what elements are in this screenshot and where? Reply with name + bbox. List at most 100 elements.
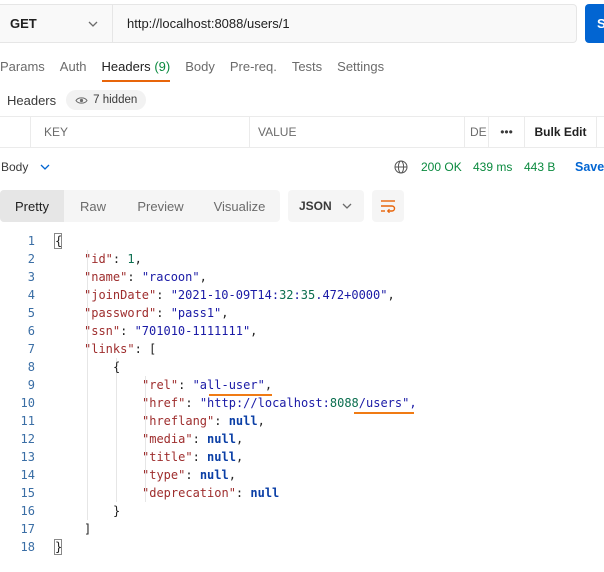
code-line: 2 "id": 1,: [0, 250, 604, 268]
code-text: "ssn": "701010-1111111",: [84, 324, 258, 338]
tab-label: Headers: [101, 59, 151, 74]
request-bar: GET http://localhost:8088/users/1: [0, 4, 577, 43]
tab-label: Body: [185, 59, 215, 74]
response-view-tabs: Pretty Raw Preview Visualize: [0, 190, 280, 222]
response-body-code[interactable]: 1{ 2 "id": 1, 3 "name": "racoon", 4 "joinDa…: [0, 232, 604, 556]
tab-tests[interactable]: Tests: [292, 58, 322, 82]
tab-params[interactable]: Params: [0, 58, 45, 82]
column-value: VALUE: [249, 117, 464, 147]
hidden-headers-toggle[interactable]: 7 hidden: [66, 90, 147, 110]
code-text: "rel": "all-user",: [142, 378, 273, 392]
code-text: "title": null,: [142, 450, 244, 464]
chevron-down-icon[interactable]: [38, 160, 52, 174]
line-number: 15: [20, 486, 35, 500]
code-line: 14 "type": null,: [0, 466, 604, 484]
headers-table-header: KEY VALUE DE ••• Bulk Edit: [0, 116, 604, 148]
code-line: 10 "href": "http://localhost:8088/users",: [0, 394, 604, 412]
code-text: {: [55, 234, 63, 248]
globe-icon[interactable]: [394, 160, 408, 174]
wrap-lines-icon: [381, 200, 396, 213]
code-text: "joinDate": "2021-10-09T14:32:35.472+000…: [84, 288, 395, 302]
code-text: "hreflang": null,: [142, 414, 265, 428]
code-text: "id": 1,: [84, 252, 142, 266]
headers-title: Headers: [7, 92, 57, 108]
more-options-button[interactable]: •••: [488, 117, 524, 147]
tab-body[interactable]: Body: [185, 58, 215, 82]
tab-label: Auth: [59, 59, 87, 74]
code-text: "name": "racoon",: [84, 270, 207, 284]
line-number: 13: [20, 450, 35, 464]
code-line: 7 "links": [: [0, 340, 604, 358]
response-size[interactable]: 443 B: [524, 160, 555, 174]
format-select[interactable]: JSON: [288, 190, 364, 222]
wrap-lines-button[interactable]: [372, 190, 404, 222]
code-line: 17]: [0, 520, 604, 538]
code-text: "type": null,: [142, 468, 236, 482]
headers-count: (9): [154, 59, 171, 74]
code-text: {: [113, 360, 121, 374]
code-line: 4 "joinDate": "2021-10-09T14:32:35.472+00…: [0, 286, 604, 304]
tab-visualize[interactable]: Visualize: [199, 190, 280, 222]
response-time[interactable]: 439 ms: [473, 160, 512, 174]
tab-label: Params: [0, 59, 45, 74]
line-number: 14: [20, 468, 35, 482]
line-number: 7: [27, 342, 35, 356]
url-input[interactable]: http://localhost:8088/users/1: [113, 5, 576, 42]
response-bar: Body 200 OK 439 ms 443 B Save: [0, 156, 604, 178]
tab-pretty[interactable]: Pretty: [0, 190, 64, 222]
code-line: 9 "rel": "all-user",: [0, 376, 604, 394]
tab-label: Pre-req.: [229, 59, 277, 74]
code-text: "media": null,: [142, 432, 244, 446]
column-description: DE: [464, 117, 488, 147]
code-line: 12 "media": null,: [0, 430, 604, 448]
line-number: 11: [20, 414, 35, 428]
chevron-down-icon: [86, 17, 100, 31]
table-edge: [596, 117, 604, 147]
tab-label: Tests: [291, 59, 323, 74]
hidden-count: 7 hidden: [93, 94, 138, 106]
chevron-down-icon: [340, 199, 354, 213]
tab-auth[interactable]: Auth: [60, 58, 87, 82]
code-line: 8{: [0, 358, 604, 376]
format-label: JSON: [299, 199, 332, 213]
line-number: 4: [27, 288, 35, 302]
code-line: 6 "ssn": "701010-1111111",: [0, 322, 604, 340]
code-line: 15 "deprecation": null: [0, 484, 604, 502]
response-body-label[interactable]: Body: [1, 160, 28, 174]
method-label: GET: [10, 16, 37, 31]
line-number: 10: [20, 396, 35, 410]
line-number: 9: [27, 378, 35, 392]
line-number: 1: [27, 234, 35, 248]
code-text: "href": "http://localhost:8088/users",: [142, 396, 417, 410]
code-line: 16}: [0, 502, 604, 520]
code-line: 3 "name": "racoon",: [0, 268, 604, 286]
code-line: 1{: [0, 232, 604, 250]
line-number: 18: [20, 540, 35, 554]
line-number: 2: [27, 252, 35, 266]
line-number: 16: [20, 504, 35, 518]
method-select[interactable]: GET: [0, 5, 113, 42]
code-line: 18}: [0, 538, 604, 556]
send-button[interactable]: S: [585, 4, 604, 43]
save-response-button[interactable]: Save: [575, 160, 604, 174]
status-code[interactable]: 200 OK: [421, 160, 462, 174]
tab-label: Settings: [337, 59, 385, 74]
tab-raw[interactable]: Raw: [64, 190, 122, 222]
code-line: 5 "password": "pass1",: [0, 304, 604, 322]
line-number: 12: [20, 432, 35, 446]
code-line: 13 "title": null,: [0, 448, 604, 466]
tab-preview[interactable]: Preview: [122, 190, 199, 222]
tab-pre-request[interactable]: Pre-req.: [230, 58, 277, 82]
code-text: ]: [84, 522, 92, 536]
code-text: }: [113, 504, 121, 518]
code-text: "links": [: [84, 342, 157, 356]
code-text: "password": "pass1",: [84, 306, 229, 320]
code-line: 11 "hreflang": null,: [0, 412, 604, 430]
eye-icon: [75, 96, 88, 104]
bulk-edit-button[interactable]: Bulk Edit: [524, 117, 596, 147]
code-text: }: [55, 540, 63, 554]
tab-settings[interactable]: Settings: [337, 58, 384, 82]
request-tabs: Params Auth Headers (9) Body Pre-req. Te…: [0, 58, 399, 82]
tab-headers[interactable]: Headers (9): [101, 58, 171, 82]
code-text: "deprecation": null: [142, 486, 280, 500]
